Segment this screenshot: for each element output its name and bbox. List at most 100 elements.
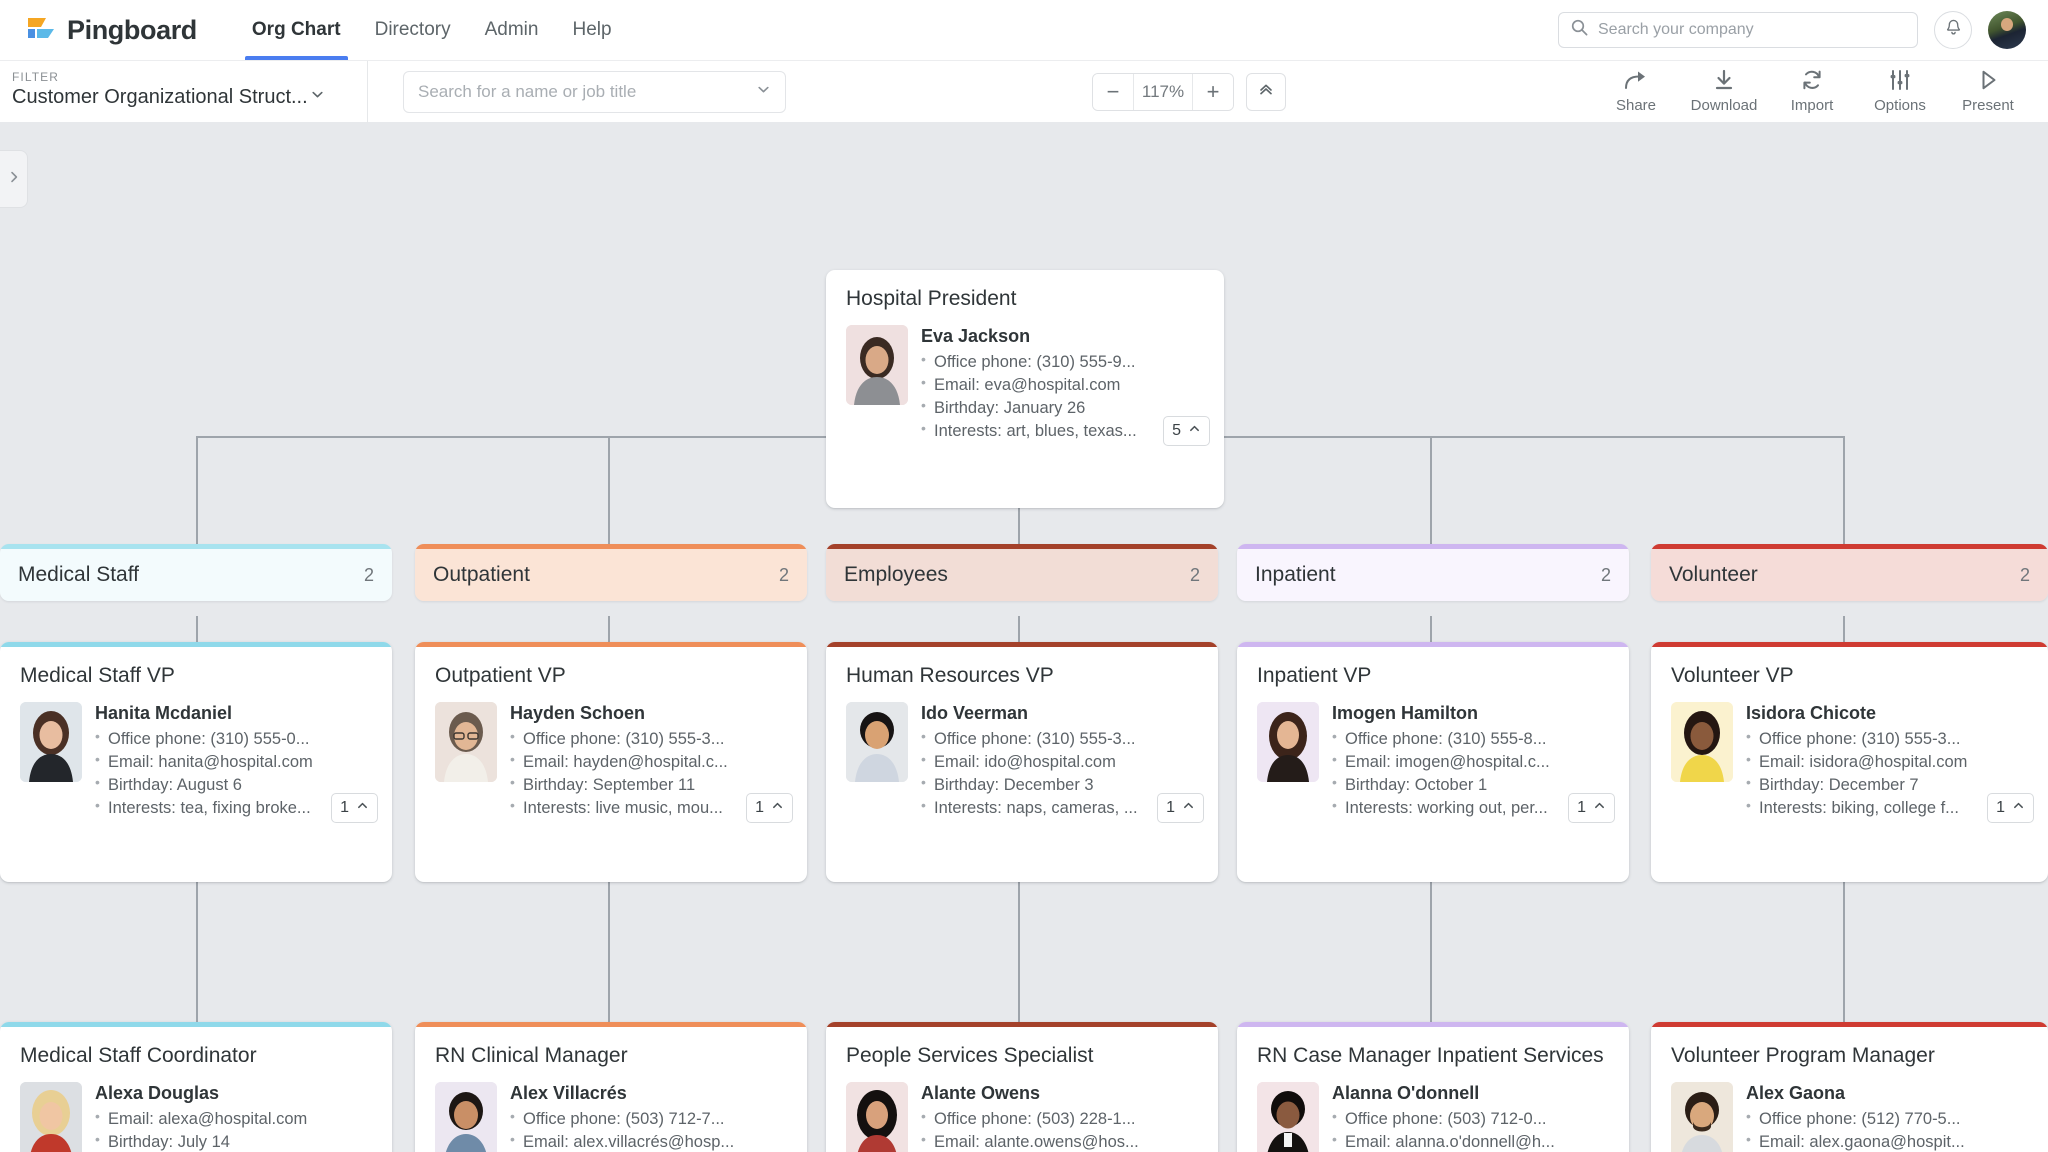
nav-item-help[interactable]: Help <box>555 0 628 60</box>
org-card-root[interactable]: Hospital President Eva Jackson Office ph… <box>826 270 1224 508</box>
org-card-people-services-specialist[interactable]: People Services Specialist Alante Owens … <box>826 1022 1218 1152</box>
person-info: Isidora Chicote Office phone: (310) 555-… <box>1746 702 2028 821</box>
chevron-right-icon <box>7 170 21 189</box>
card-title: Human Resources VP <box>846 664 1054 687</box>
group-header-medical-staff[interactable]: Medical Staff 2 <box>0 544 392 601</box>
card-person: Alante Owens Office phone: (503) 228-1..… <box>846 1081 1198 1152</box>
download-button[interactable]: Download <box>1680 67 1768 116</box>
connector-group-to-vp-4 <box>1430 616 1432 642</box>
org-card-rn-clinical-manager[interactable]: RN Clinical Manager Alex Villacrés Offic… <box>415 1022 807 1152</box>
zoom-stepper: − 117% + <box>1092 72 1234 111</box>
person-info: Alanna O'donnell Office phone: (503) 712… <box>1332 1082 1609 1152</box>
sidebar-expand-toggle[interactable] <box>0 150 28 208</box>
filter-value: Customer Organizational Struct... <box>12 85 308 108</box>
group-header-volunteer[interactable]: Volunteer 2 <box>1651 544 2048 601</box>
zoom-out-button[interactable]: − <box>1093 73 1133 110</box>
group-header-row: Employees 2 <box>826 549 1218 601</box>
import-button[interactable]: Import <box>1768 67 1856 116</box>
detail-office-phone: Office phone: (503) 712-7... <box>510 1108 787 1131</box>
direct-reports-toggle[interactable]: 1 <box>331 792 378 823</box>
share-label: Share <box>1615 97 1657 114</box>
connector-vp-to-report-3 <box>1018 882 1020 1022</box>
direct-reports-toggle[interactable]: 1 <box>1568 792 1615 823</box>
detail-email: Email: isidora@hospital.com <box>1746 751 2028 774</box>
org-card-rn-case-manager-inpatient-services[interactable]: RN Case Manager Inpatient Services Alann… <box>1237 1022 1629 1152</box>
person-photo <box>1671 701 1733 782</box>
group-header-outpatient[interactable]: Outpatient 2 <box>415 544 807 601</box>
download-label: Download <box>1690 97 1758 114</box>
import-label: Import <box>1790 97 1834 114</box>
group-header-inpatient[interactable]: Inpatient 2 <box>1237 544 1629 601</box>
group-label: Volunteer <box>1669 563 1758 586</box>
connector-group-to-vp-1 <box>196 616 198 642</box>
present-button[interactable]: Present <box>1944 67 2032 116</box>
org-card-volunteer-vp[interactable]: Volunteer VP Isidora Chicote Office phon… <box>1651 642 2048 882</box>
org-card-human-resources-vp[interactable]: Human Resources VP Ido Veerman Office ph… <box>826 642 1218 882</box>
name-or-title-search-input[interactable]: Search for a name or job title <box>403 70 786 113</box>
person-details: Office phone: (512) 770-5... Email: alex… <box>1746 1108 2028 1152</box>
share-button[interactable]: Share <box>1592 67 1680 116</box>
direct-reports-toggle[interactable]: 1 <box>1157 792 1204 823</box>
group-count: 2 <box>778 564 789 585</box>
options-button[interactable]: Options <box>1856 67 1944 116</box>
org-card-inpatient-vp[interactable]: Inpatient VP Imogen Hamilton Office phon… <box>1237 642 1629 882</box>
person-details: Email: alexa@hospital.com Birthday: July… <box>95 1108 372 1152</box>
detail-birthday: Birthday: September 11 <box>510 774 787 797</box>
detail-office-phone: Office phone: (310) 555-3... <box>1746 728 2028 751</box>
chevron-up-icon <box>771 799 784 817</box>
group-label: Employees <box>844 563 948 586</box>
person-name: Ido Veerman <box>921 702 1029 723</box>
detail-birthday: Birthday: January 26 <box>921 397 1204 420</box>
person-photo <box>20 701 82 782</box>
org-card-medical-staff-vp[interactable]: Medical Staff VP Hanita Mcdaniel Office … <box>0 642 392 882</box>
filter-label: FILTER <box>12 69 60 84</box>
primary-nav: Org Chart Directory Admin Help <box>235 0 629 60</box>
zoom-in-button[interactable]: + <box>1193 73 1233 110</box>
person-name: Hanita Mcdaniel <box>95 702 233 723</box>
org-chart-canvas[interactable]: Hospital President Eva Jackson Office ph… <box>0 122 2048 1152</box>
detail-birthday: Birthday: December 3 <box>921 774 1198 797</box>
person-photo <box>1257 1081 1319 1152</box>
org-card-medical-staff-coordinator[interactable]: Medical Staff Coordinator Alexa Douglas … <box>0 1022 392 1152</box>
filter-selector[interactable]: FILTER Customer Organizational Struct... <box>0 60 368 123</box>
brand-logo-area[interactable]: Pingboard <box>26 15 197 46</box>
chevron-up-icon <box>1182 799 1195 817</box>
detail-office-phone: Office phone: (310) 555-9... <box>921 351 1204 374</box>
group-label: Inpatient <box>1255 563 1336 586</box>
group-header-row: Medical Staff 2 <box>0 549 392 601</box>
root-card-body: Hospital President Eva Jackson Office ph… <box>826 270 1224 456</box>
detail-email: Email: alex.villacrés@hosp... <box>510 1131 787 1152</box>
group-count: 2 <box>1189 564 1200 585</box>
card-body: Medical Staff VP Hanita Mcdaniel Office … <box>0 647 392 833</box>
group-header-row: Volunteer 2 <box>1651 549 2048 601</box>
group-header-employees[interactable]: Employees 2 <box>826 544 1218 601</box>
download-icon <box>1712 67 1736 93</box>
zoom-level-value: 117% <box>1133 73 1193 110</box>
brand-name: Pingboard <box>67 14 197 45</box>
detail-office-phone: Office phone: (310) 555-0... <box>95 728 372 751</box>
direct-reports-toggle[interactable]: 1 <box>1987 792 2034 823</box>
nav-item-directory[interactable]: Directory <box>358 0 468 60</box>
person-details: Office phone: (503) 228-1... Email: alan… <box>921 1108 1198 1152</box>
chevron-up-icon <box>356 799 369 817</box>
connector-drop-4 <box>1430 436 1432 544</box>
detail-email: Email: imogen@hospital.c... <box>1332 751 1609 774</box>
chevron-up-icon <box>2012 799 2025 817</box>
direct-reports-toggle[interactable]: 5 <box>1163 415 1210 446</box>
search-icon <box>1571 19 1588 41</box>
user-avatar[interactable] <box>1988 11 2026 49</box>
person-photo <box>1671 1081 1733 1152</box>
card-body: RN Case Manager Inpatient Services Alann… <box>1237 1027 1629 1152</box>
org-card-outpatient-vp[interactable]: Outpatient VP Hayden Schoen Offic <box>415 642 807 882</box>
person-name: Alanna O'donnell <box>1332 1082 1480 1103</box>
notifications-button[interactable] <box>1934 11 1972 49</box>
detail-birthday: Birthday: July 14 <box>95 1131 372 1152</box>
org-card-volunteer-program-manager[interactable]: Volunteer Program Manager Alex Gaona Off… <box>1651 1022 2048 1152</box>
nav-item-admin[interactable]: Admin <box>468 0 556 60</box>
collapse-all-button[interactable] <box>1246 72 1286 111</box>
detail-birthday: Birthday: October 1 <box>1332 774 1609 797</box>
company-search-input[interactable]: Search your company <box>1558 12 1918 48</box>
direct-reports-toggle[interactable]: 1 <box>746 792 793 823</box>
nav-item-org-chart[interactable]: Org Chart <box>235 0 358 60</box>
chevron-down-icon[interactable] <box>756 82 771 102</box>
